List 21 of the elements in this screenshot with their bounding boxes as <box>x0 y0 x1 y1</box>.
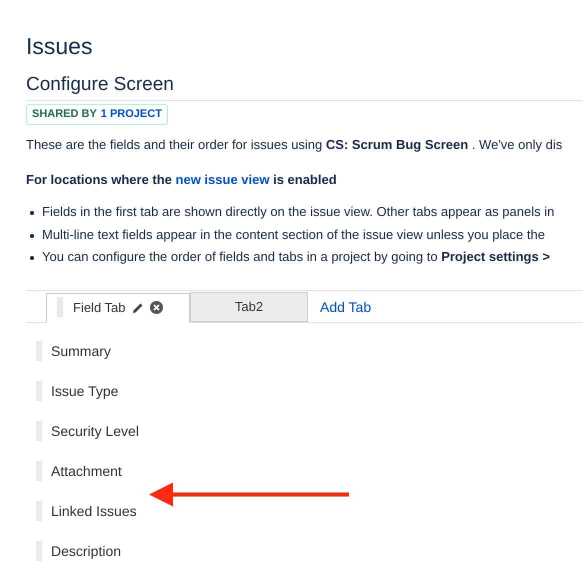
issue-view-link[interactable]: new issue view <box>176 172 270 186</box>
bullet-text: Fields in the first tab are shown directly on the issue view. Other tabs appear as panels in <box>42 204 554 219</box>
project-count-link[interactable]: 1 PROJECT <box>100 106 162 122</box>
page-title: Issues <box>26 32 94 60</box>
add-tab-link[interactable]: Add Tab <box>320 296 372 318</box>
close-icon[interactable] <box>150 301 163 314</box>
field-name[interactable]: Summary <box>51 340 111 362</box>
section-title: Configure Screen <box>26 74 174 96</box>
field-name[interactable]: Linked Issues <box>51 500 137 522</box>
bullet-text: You can configure the order of fields and tabs in a project by going to Project settings > <box>42 249 550 264</box>
tab[interactable]: Field Tab <box>46 292 190 322</box>
tab[interactable]: Tab2 <box>190 292 308 322</box>
notice-text: For locations where the new issue view is enabled <box>26 170 338 188</box>
badge-label: SHARED BY <box>32 107 97 122</box>
field-name[interactable]: Security Level <box>51 420 139 442</box>
field-name[interactable]: Description <box>51 540 122 562</box>
field-name[interactable]: Issue Type <box>51 380 118 402</box>
intro-text: These are the fields and their order for issues using CS: Scrum Bug Screen . We've only dis <box>26 136 564 154</box>
edit-icon[interactable] <box>132 302 144 314</box>
field-name[interactable]: Attachment <box>51 460 122 482</box>
bullet-text: Multi-line text fields appear in the content section of the issue view unless you place the <box>42 226 545 242</box>
